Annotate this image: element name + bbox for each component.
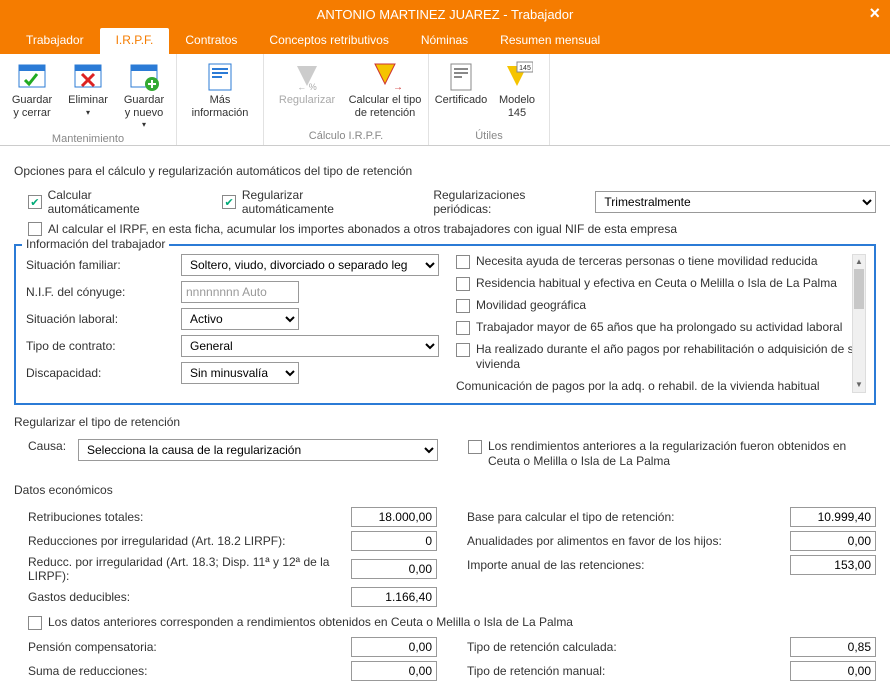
- scroll-thumb[interactable]: [854, 269, 864, 309]
- certificate-icon: [445, 60, 477, 92]
- ribbon: Guardar y cerrar Eliminar ▾ Guardar y nu…: [0, 54, 890, 146]
- reduc183-label: Reducc. por irregularidad (Art. 18.3; Di…: [28, 555, 351, 583]
- certificate-button[interactable]: Certificado: [433, 58, 489, 121]
- delete-button[interactable]: Eliminar ▾: [60, 58, 116, 119]
- check-ceuta-rendimientos[interactable]: [468, 440, 482, 454]
- discapacidad-label: Discapacidad:: [26, 366, 181, 380]
- base-label: Base para calcular el tipo de retención:: [467, 510, 790, 524]
- anual-alim-input[interactable]: [790, 531, 876, 551]
- sit-fam-label: Situación familiar:: [26, 258, 181, 272]
- sit-fam-select[interactable]: Soltero, viudo, divorciado o separado le…: [181, 254, 439, 276]
- pension-input[interactable]: [351, 637, 437, 657]
- regularize-title: Regularizar el tipo de retención: [14, 415, 876, 429]
- nif-conyuge-input[interactable]: [181, 281, 299, 303]
- retrib-input[interactable]: [351, 507, 437, 527]
- suma-red-input[interactable]: [351, 661, 437, 681]
- sit-lab-select[interactable]: Activo: [181, 308, 299, 330]
- reg-auto-checkbox[interactable]: [222, 195, 236, 209]
- tab-nominas[interactable]: Nóminas: [405, 28, 484, 54]
- worker-info-group: Situación familiar: Soltero, viudo, divo…: [14, 244, 876, 405]
- check-pagos-vivienda[interactable]: [456, 343, 470, 357]
- tabs: Trabajador I.R.P.F. Contratos Conceptos …: [0, 28, 890, 54]
- save-new-icon: [128, 60, 160, 92]
- save-close-icon: [16, 60, 48, 92]
- acumular-label: Al calcular el IRPF, en esta ficha, acum…: [48, 222, 677, 236]
- gastos-label: Gastos deducibles:: [28, 590, 351, 604]
- reg-period-select[interactable]: Trimestralmente: [595, 191, 876, 213]
- acumular-checkbox[interactable]: [28, 222, 42, 236]
- anual-alim-label: Anualidades por alimentos en favor de lo…: [467, 534, 790, 548]
- tab-trabajador[interactable]: Trabajador: [10, 28, 100, 54]
- causa-select[interactable]: Selecciona la causa de la regularización: [78, 439, 438, 461]
- tipo-manual-label: Tipo de retención manual:: [467, 664, 790, 678]
- calc-auto-label: Calcular automáticamente: [48, 188, 183, 216]
- pension-label: Pensión compensatoria:: [28, 640, 351, 654]
- gastos-input[interactable]: [351, 587, 437, 607]
- ribbon-group-label: Mantenimiento: [0, 131, 176, 148]
- chevron-down-icon: ▾: [86, 108, 90, 117]
- model-145-button[interactable]: 145 Modelo 145: [489, 58, 545, 121]
- save-new-button[interactable]: Guardar y nuevo ▾: [116, 58, 172, 131]
- reg-auto-label: Regularizar automáticamente: [242, 188, 393, 216]
- ribbon-group-label: Útiles: [429, 128, 549, 145]
- svg-text:145: 145: [519, 65, 531, 72]
- tipo-manual-input[interactable]: [790, 661, 876, 681]
- regularize-icon: ← %: [291, 60, 323, 92]
- ribbon-group-label: Cálculo I.R.P.F.: [264, 128, 428, 145]
- sit-lab-label: Situación laboral:: [26, 312, 181, 326]
- tipo-calc-label: Tipo de retención calculada:: [467, 640, 790, 654]
- window-title: ANTONIO MARTINEZ JUAREZ - Trabajador: [317, 7, 574, 22]
- svg-text:← %: ← %: [297, 82, 317, 92]
- tab-resumen[interactable]: Resumen mensual: [484, 28, 616, 54]
- reg-period-label: Regularizaciones periódicas:: [433, 188, 581, 216]
- tipo-calc-input[interactable]: [790, 637, 876, 657]
- close-icon[interactable]: ×: [869, 3, 880, 24]
- tab-contratos[interactable]: Contratos: [169, 28, 253, 54]
- importe-ret-input[interactable]: [790, 555, 876, 575]
- check-movilidad[interactable]: [456, 299, 470, 313]
- reduc182-label: Reducciones por irregularidad (Art. 18.2…: [28, 534, 351, 548]
- check-mayor65[interactable]: [456, 321, 470, 335]
- svg-text:→%: →%: [393, 82, 401, 92]
- tab-irpf[interactable]: I.R.P.F.: [100, 28, 170, 54]
- tab-conceptos[interactable]: Conceptos retributivos: [253, 28, 404, 54]
- retrib-label: Retribuciones totales:: [28, 510, 351, 524]
- reduc183-input[interactable]: [351, 559, 437, 579]
- importe-ret-label: Importe anual de las retenciones:: [467, 558, 790, 572]
- save-close-button[interactable]: Guardar y cerrar: [4, 58, 60, 121]
- calc-auto-checkbox[interactable]: [28, 195, 42, 209]
- econ-title: Datos económicos: [14, 483, 876, 497]
- scroll-up-icon[interactable]: ▲: [853, 255, 865, 269]
- delete-icon: [72, 60, 104, 92]
- tipo-contrato-label: Tipo de contrato:: [26, 339, 181, 353]
- titlebar: ANTONIO MARTINEZ JUAREZ - Trabajador ×: [0, 0, 890, 28]
- tipo-contrato-select[interactable]: General: [181, 335, 439, 357]
- scrollbar[interactable]: ▲ ▼: [852, 254, 866, 393]
- reduc182-input[interactable]: [351, 531, 437, 551]
- base-input[interactable]: [790, 507, 876, 527]
- calc-retention-icon: →%: [369, 60, 401, 92]
- model-145-icon: 145: [501, 60, 533, 92]
- vivienda-footer-label: Comunicación de pagos por la adq. o reha…: [456, 379, 864, 393]
- nif-conyuge-label: N.I.F. del cónyuge:: [26, 285, 181, 299]
- check-datos-ceuta[interactable]: [28, 616, 42, 630]
- suma-red-label: Suma de reducciones:: [28, 664, 351, 678]
- check-residencia[interactable]: [456, 277, 470, 291]
- regularize-button[interactable]: ← % Regularizar: [268, 58, 346, 121]
- section-options-title: Opciones para el cálculo y regularizació…: [14, 164, 876, 178]
- calc-retention-button[interactable]: →% Calcular el tipo de retención: [346, 58, 424, 121]
- causa-label: Causa:: [28, 439, 78, 453]
- chevron-down-icon: ▾: [142, 120, 146, 129]
- scroll-down-icon[interactable]: ▼: [853, 378, 865, 392]
- more-info-button[interactable]: Más información: [181, 58, 259, 121]
- info-icon: [204, 60, 236, 92]
- discapacidad-select[interactable]: Sin minusvalía: [181, 362, 299, 384]
- check-terceras[interactable]: [456, 255, 470, 269]
